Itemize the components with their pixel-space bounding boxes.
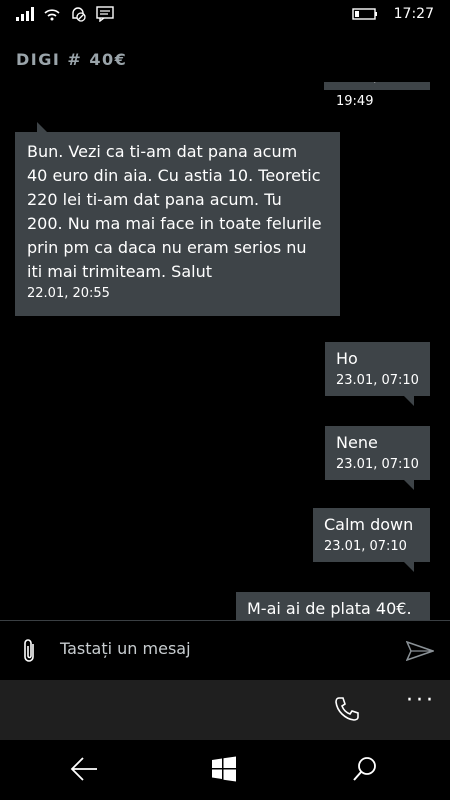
message-text: Nene [336,433,378,452]
wifi-icon [44,9,60,21]
message-composer: Tastați un mesaj [0,620,450,681]
more-icon[interactable]: ··· [406,688,436,713]
message-bubble[interactable]: Nene 23.01, 07:10 [325,426,430,490]
paperclip-icon[interactable] [20,638,40,664]
system-nav-bar [0,740,450,800]
message-timestamp: 23.01, 07:10 [336,457,419,472]
status-icons [16,6,114,22]
message-notification-icon [96,6,114,22]
message-input[interactable]: Tastați un mesaj [60,639,191,658]
signal-icon [16,7,34,21]
status-bar: 17:27 [0,0,450,32]
message-text: Bun. Vezi ca ti-am dat pana acum 40 euro… [27,142,322,281]
message-text: M-ai ai de plata 40€. [247,599,412,618]
conversation-title: DIGI # 40€ [16,50,128,69]
message-bubble[interactable]: Calm down 23.01, 07:10 [313,508,430,572]
message-timestamp: 22.01, 20:55 [27,286,110,301]
message-text: Ho [336,349,358,368]
search-icon[interactable] [352,756,378,782]
message-bubble[interactable]: M-ai ai de plata 40€. [236,592,430,620]
message-timestamp: 23.01, 07:10 [324,539,407,554]
do-not-disturb-icon [72,7,86,22]
message-timestamp: 22.01, 19:49 [336,82,377,109]
phone-icon[interactable] [334,696,360,722]
message-bubble[interactable]: 22.01, 19:49 [324,82,430,109]
message-timestamp: 23.01, 07:10 [336,373,419,388]
conversation-view[interactable]: 22.01, 19:49 Bun. Vezi ca ti-am dat pana… [0,82,450,620]
app-bar: ··· [0,680,450,740]
message-text: Calm down [324,515,414,534]
clock: 17:27 [393,6,434,22]
windows-icon[interactable] [211,756,237,782]
message-bubble[interactable]: Ho 23.01, 07:10 [325,342,430,406]
message-bubble[interactable]: Bun. Vezi ca ti-am dat pana acum 40 euro… [15,122,340,316]
battery-icon [351,8,377,20]
send-icon[interactable] [406,641,434,661]
back-arrow-icon[interactable] [70,756,98,782]
